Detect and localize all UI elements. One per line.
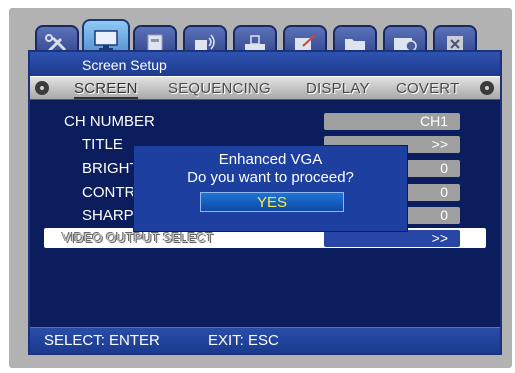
page-title: Screen Setup <box>30 52 500 76</box>
menu-tab-display[interactable]: DISPLAY <box>306 80 370 97</box>
brightness-label: BRIGHT <box>82 160 139 177</box>
menu-tab-sequencing[interactable]: SEQUENCING <box>168 80 271 97</box>
dialog-title: Enhanced VGA <box>218 151 323 168</box>
dialog-message: Do you want to proceed? <box>187 169 354 186</box>
video-output-label: VIDEO OUTPUT SELECT <box>62 230 214 245</box>
ch-number-label: CH NUMBER <box>64 113 155 130</box>
video-output-value[interactable]: >> <box>324 230 460 247</box>
title-label: TITLE <box>82 136 123 153</box>
menu-right-arrow-icon[interactable] <box>480 81 494 95</box>
contrast-label: CONTR <box>82 184 136 201</box>
confirm-dialog: Enhanced VGA Do you want to proceed? YES <box>133 145 408 232</box>
menu-bar: SCREEN SEQUENCING DISPLAY COVERT <box>30 76 500 100</box>
menu-tab-screen[interactable]: SCREEN <box>74 80 138 99</box>
menu-tab-covert[interactable]: COVERT <box>396 80 459 97</box>
menu-left-arrow-icon[interactable] <box>35 81 49 95</box>
exit-hint: EXIT: ESC <box>208 332 279 349</box>
sharpness-label: SHARP <box>82 207 134 224</box>
yes-button[interactable]: YES <box>200 192 344 212</box>
select-hint: SELECT: ENTER <box>44 332 160 349</box>
status-bar: SELECT: ENTER EXIT: ESC <box>30 327 500 353</box>
ch-number-value[interactable]: CH1 <box>324 113 460 130</box>
row-ch-number[interactable]: CH NUMBER CH1 <box>30 112 502 132</box>
